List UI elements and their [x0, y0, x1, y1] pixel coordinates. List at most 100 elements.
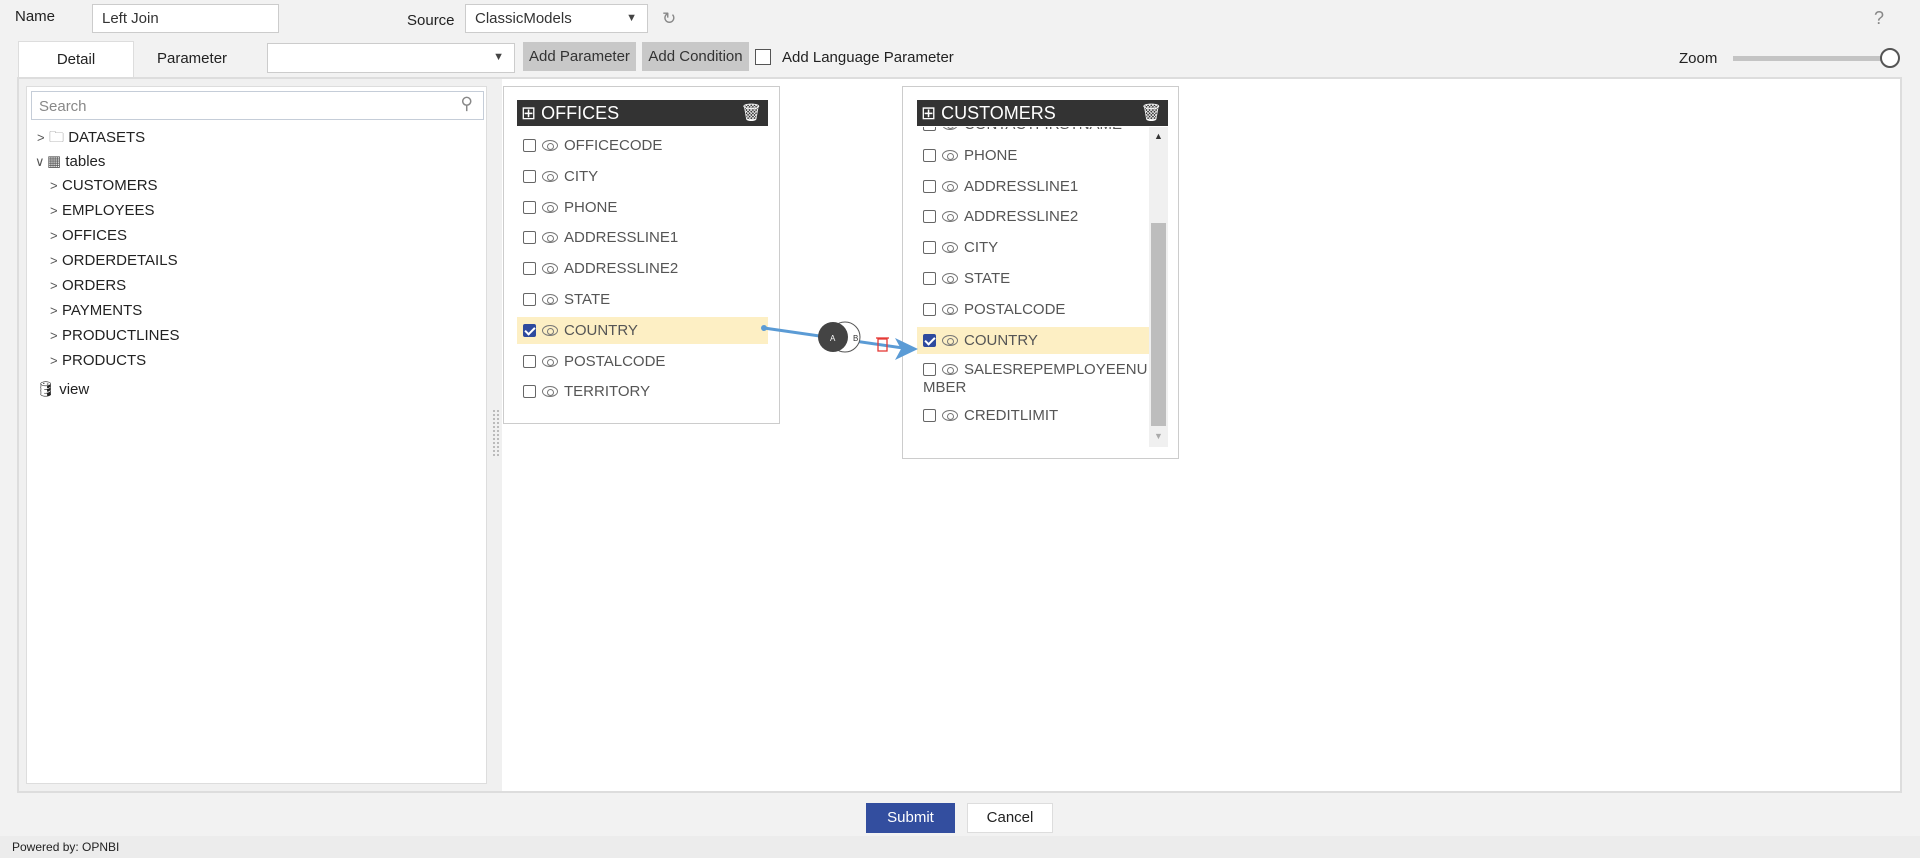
eye-icon[interactable] — [942, 211, 958, 223]
column-row[interactable]: PHONE — [917, 142, 1149, 169]
search-input[interactable]: Search ⚲ — [31, 91, 484, 120]
eye-icon[interactable] — [542, 201, 558, 213]
add-language-parameter-label: Add Language Parameter — [782, 49, 954, 66]
eye-icon[interactable] — [542, 232, 558, 244]
column-checkbox[interactable] — [923, 127, 936, 131]
column-checkbox[interactable] — [923, 409, 936, 423]
source-value: ClassicModels — [475, 10, 572, 27]
column-row[interactable]: PHONE — [517, 194, 768, 221]
column-row[interactable]: COUNTRY — [917, 326, 1149, 354]
customers-card-header[interactable]: ⊞ CUSTOMERS 🗑 — [917, 100, 1168, 126]
eye-icon[interactable] — [542, 140, 558, 151]
column-checkbox[interactable] — [523, 354, 536, 368]
offices-card-header[interactable]: ⊞ OFFICES 🗑 — [517, 100, 768, 126]
column-row[interactable]: STATE — [517, 286, 768, 313]
tree-item-view[interactable]: 🛢 view — [36, 380, 89, 398]
column-name: ADDRESSLINE1 — [964, 177, 1079, 195]
column-row[interactable]: COUNTRY — [517, 316, 768, 344]
eye-icon[interactable] — [942, 127, 958, 130]
customers-title: CUSTOMERS — [941, 103, 1056, 123]
trash-icon[interactable]: 🗑 — [740, 100, 762, 126]
chevron-down-icon: ▼ — [493, 51, 504, 63]
help-icon[interactable]: ? — [1874, 8, 1884, 29]
add-language-parameter-checkbox[interactable] — [755, 49, 771, 65]
splitter-handle[interactable] — [493, 410, 499, 456]
add-condition-button[interactable]: Add Condition — [642, 42, 749, 71]
eye-icon[interactable] — [542, 294, 558, 305]
tree-item-table[interactable]: > PAYMENTS — [50, 302, 142, 319]
column-checkbox[interactable] — [523, 323, 536, 337]
eye-icon[interactable] — [942, 242, 958, 254]
cancel-button[interactable]: Cancel — [967, 803, 1053, 833]
eye-icon[interactable] — [542, 386, 558, 398]
eye-icon[interactable] — [942, 149, 958, 161]
column-checkbox[interactable] — [923, 241, 936, 255]
zoom-slider-track[interactable] — [1733, 56, 1893, 61]
customers-table-card[interactable]: ⊞ CUSTOMERS 🗑 CONTACTFIRSTNAME PHONE ADDRES… — [902, 86, 1179, 459]
column-checkbox[interactable] — [923, 148, 936, 162]
scrollbar[interactable]: ▲ ▼ — [1149, 127, 1168, 447]
column-row[interactable]: POSTALCODE — [917, 296, 1149, 323]
eye-icon[interactable] — [942, 273, 958, 284]
column-row[interactable]: CITY — [917, 234, 1149, 261]
eye-icon[interactable] — [942, 303, 958, 315]
tab-detail[interactable]: Detail — [18, 41, 134, 78]
refresh-icon[interactable]: ↻ — [662, 9, 676, 29]
column-row[interactable]: CITY — [517, 163, 768, 190]
join-connector[interactable]: A B — [755, 310, 925, 370]
column-name: CREDITLIMIT — [964, 407, 1059, 425]
column-row[interactable]: ADDRESSLINE1 — [917, 173, 1149, 200]
eye-icon[interactable] — [542, 324, 558, 336]
column-checkbox[interactable] — [523, 231, 536, 245]
name-input[interactable]: Left Join — [92, 4, 279, 33]
column-row[interactable]: TERRITORY — [517, 378, 768, 405]
tree-item-tables[interactable]: ∨ ▦ tables — [35, 152, 105, 170]
offices-table-card[interactable]: ⊞ OFFICES 🗑 OFFICECODE CITY PHONE ADDRESSLIN… — [503, 86, 780, 424]
eye-icon[interactable] — [942, 334, 958, 346]
eye-icon[interactable] — [542, 355, 558, 367]
column-checkbox[interactable] — [923, 179, 936, 193]
column-name: COUNTRY — [964, 331, 1038, 349]
eye-icon[interactable] — [542, 263, 558, 275]
tree-item-table[interactable]: > EMPLOYEES — [50, 202, 155, 219]
tree-item-table[interactable]: > OFFICES — [50, 227, 127, 244]
eye-icon[interactable] — [542, 170, 558, 182]
parameter-select[interactable]: ▼ — [267, 43, 515, 73]
trash-icon[interactable]: 🗑 — [1140, 100, 1162, 126]
column-row[interactable]: CONTACTFIRSTNAME — [917, 127, 1149, 138]
source-select[interactable]: ClassicModels ▼ — [465, 4, 648, 33]
column-row[interactable]: ADDRESSLINE2 — [517, 255, 768, 282]
column-row[interactable]: POSTALCODE — [517, 348, 768, 375]
scroll-up-icon[interactable]: ▲ — [1154, 131, 1163, 141]
eye-icon[interactable] — [942, 364, 958, 376]
column-checkbox[interactable] — [523, 169, 536, 183]
column-row[interactable]: STATE — [917, 265, 1149, 292]
column-checkbox[interactable] — [523, 293, 536, 306]
scrollbar-thumb[interactable] — [1151, 223, 1166, 426]
tree-item-table[interactable]: > CUSTOMERS — [50, 177, 158, 194]
tree-item-table[interactable]: > ORDERDETAILS — [50, 252, 178, 269]
column-checkbox[interactable] — [523, 200, 536, 214]
column-checkbox[interactable] — [523, 262, 536, 276]
column-row[interactable]: SALESREPEMPLOYEENUMBER — [917, 357, 1149, 401]
column-row[interactable]: ADDRESSLINE2 — [917, 203, 1149, 230]
column-checkbox[interactable] — [523, 139, 536, 152]
zoom-slider-handle[interactable] — [1880, 48, 1900, 68]
column-name: CITY — [964, 239, 999, 257]
column-row[interactable]: CREDITLIMIT — [917, 402, 1149, 429]
submit-button[interactable]: Submit — [866, 803, 955, 833]
tree-item-datasets[interactable]: > 🗀 DATASETS — [37, 127, 145, 152]
column-checkbox[interactable] — [923, 272, 936, 285]
eye-icon[interactable] — [942, 410, 958, 422]
eye-icon[interactable] — [942, 180, 958, 192]
column-row[interactable]: OFFICECODE — [517, 132, 768, 159]
tree-item-table[interactable]: > PRODUCTS — [50, 352, 146, 369]
add-parameter-button[interactable]: Add Parameter — [523, 42, 636, 71]
tab-parameter[interactable]: Parameter — [157, 41, 227, 77]
tree-item-table[interactable]: > PRODUCTLINES — [50, 327, 180, 344]
column-checkbox[interactable] — [523, 385, 536, 399]
scroll-down-icon[interactable]: ▼ — [1154, 431, 1163, 441]
tree-item-table[interactable]: > ORDERS — [50, 277, 126, 294]
column-checkbox[interactable] — [923, 210, 936, 224]
column-row[interactable]: ADDRESSLINE1 — [517, 224, 768, 251]
